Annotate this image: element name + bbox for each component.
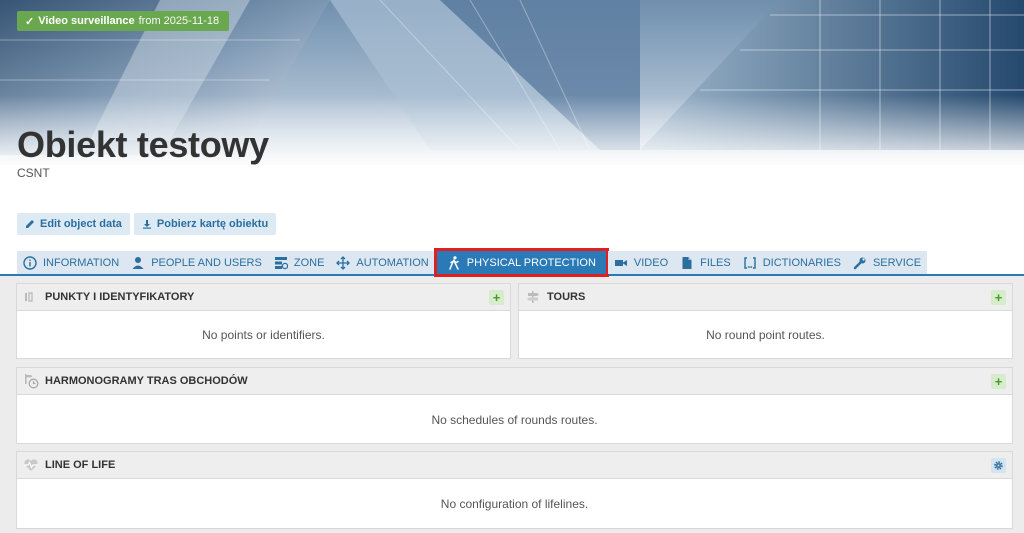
badge-label: Video surveillance: [38, 15, 135, 27]
add-point-button[interactable]: +: [489, 289, 504, 305]
video-surveillance-badge: ✓ Video surveillance from 2025-11-18: [17, 11, 230, 31]
heartbeat-icon: [23, 457, 39, 473]
tab-people-and-users[interactable]: People and users: [125, 251, 268, 274]
download-card-button[interactable]: Pobierz kartę obiektu: [133, 213, 277, 235]
tab-label: Information: [43, 256, 120, 269]
tab-label: Zone: [293, 256, 325, 269]
panel-empty-message: No round point routes.: [706, 328, 825, 342]
tab-video[interactable]: Video: [607, 251, 675, 274]
tab-service[interactable]: Service: [846, 251, 928, 274]
check-icon: ✓: [25, 15, 35, 28]
add-schedule-button[interactable]: +: [991, 373, 1006, 389]
tab-information[interactable]: Information: [17, 251, 126, 274]
info-icon: [23, 255, 37, 270]
download-card-label: Pobierz kartę obiektu: [156, 218, 269, 230]
panel-empty-message: No points or identifiers.: [202, 328, 325, 342]
points-identifiers-panel: Punkty i identyfikatory + No points or i…: [16, 283, 511, 359]
tab-label: Files: [700, 256, 731, 269]
video-camera-icon: [614, 259, 627, 266]
signpost-icon: [525, 289, 541, 305]
tab-automation[interactable]: Automation: [330, 251, 435, 274]
panel-empty-message: No schedules of rounds routes.: [431, 412, 598, 427]
edit-object-button[interactable]: Edit object data: [17, 213, 130, 235]
tab-label: Service: [872, 256, 922, 269]
tab-label: Video: [633, 256, 669, 269]
tab-dictionaries[interactable]: Dictionaries: [736, 251, 847, 274]
person-icon: [132, 256, 144, 269]
panel-title: Harmonogramy tras obchodów: [45, 375, 248, 387]
tab-label: Dictionaries: [762, 256, 841, 269]
edit-object-label: Edit object data: [40, 218, 122, 230]
tab-bar: Information People and users Zone Automa…: [0, 245, 1024, 277]
tab-label: Physical protection: [466, 256, 596, 269]
line-of-life-panel: Line of life No configuration of lifelin…: [16, 451, 1013, 529]
tab-label: People and users: [151, 256, 262, 269]
file-icon: [682, 256, 692, 269]
page-title: Obiekt testowy: [17, 124, 269, 165]
tab-physical-protection[interactable]: Physical protection: [433, 248, 609, 277]
object-header: ✓ Video surveillance from 2025-11-18 Obi…: [0, 0, 1024, 245]
brackets-icon: [744, 256, 756, 269]
lifeline-settings-button[interactable]: [991, 457, 1006, 473]
page-subtitle: CSNT: [17, 166, 50, 180]
panel-empty-message: No configuration of lifelines.: [440, 497, 589, 511]
panel-title: Punkty i identyfikatory: [45, 291, 195, 303]
panel-title: Tours: [547, 291, 586, 303]
route-schedules-panel: Harmonogramy tras obchodów + No schedule…: [16, 367, 1013, 444]
pencil-icon: [26, 220, 34, 228]
wrench-icon: [853, 257, 866, 269]
header-building-image: [0, 0, 1024, 245]
id-icon: [23, 289, 39, 305]
download-icon: [142, 220, 151, 229]
schedule-clock-icon: [23, 373, 39, 389]
panel-title: Line of life: [45, 459, 116, 471]
tab-files[interactable]: Files: [674, 251, 737, 274]
gear-icon: [994, 460, 1003, 470]
header-actions: Edit object data Pobierz kartę obiektu: [17, 213, 277, 235]
automation-icon: [336, 255, 351, 270]
add-tour-button[interactable]: +: [991, 289, 1006, 305]
tours-panel: Tours + No round point routes.: [518, 283, 1013, 359]
zone-icon: [274, 256, 288, 269]
tab-label: Automation: [356, 256, 429, 269]
walking-person-icon: [448, 255, 459, 270]
badge-date: from 2025-11-18: [138, 15, 220, 27]
tab-zone[interactable]: Zone: [267, 251, 331, 274]
